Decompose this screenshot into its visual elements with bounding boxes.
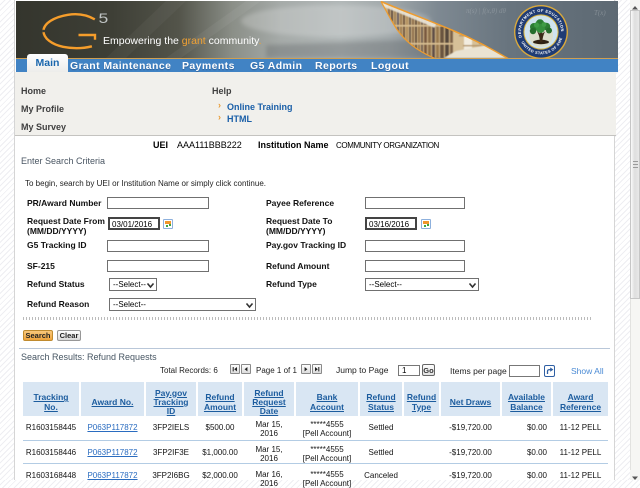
svg-text:Empowering the grant community: Empowering the grant community.: [103, 35, 262, 47]
svg-text:π(s) | f(x,θ) dθ: π(s) | f(x,θ) dθ: [466, 7, 506, 15]
svg-text:5: 5: [99, 12, 109, 27]
svg-text:T(x): T(x): [594, 9, 606, 17]
